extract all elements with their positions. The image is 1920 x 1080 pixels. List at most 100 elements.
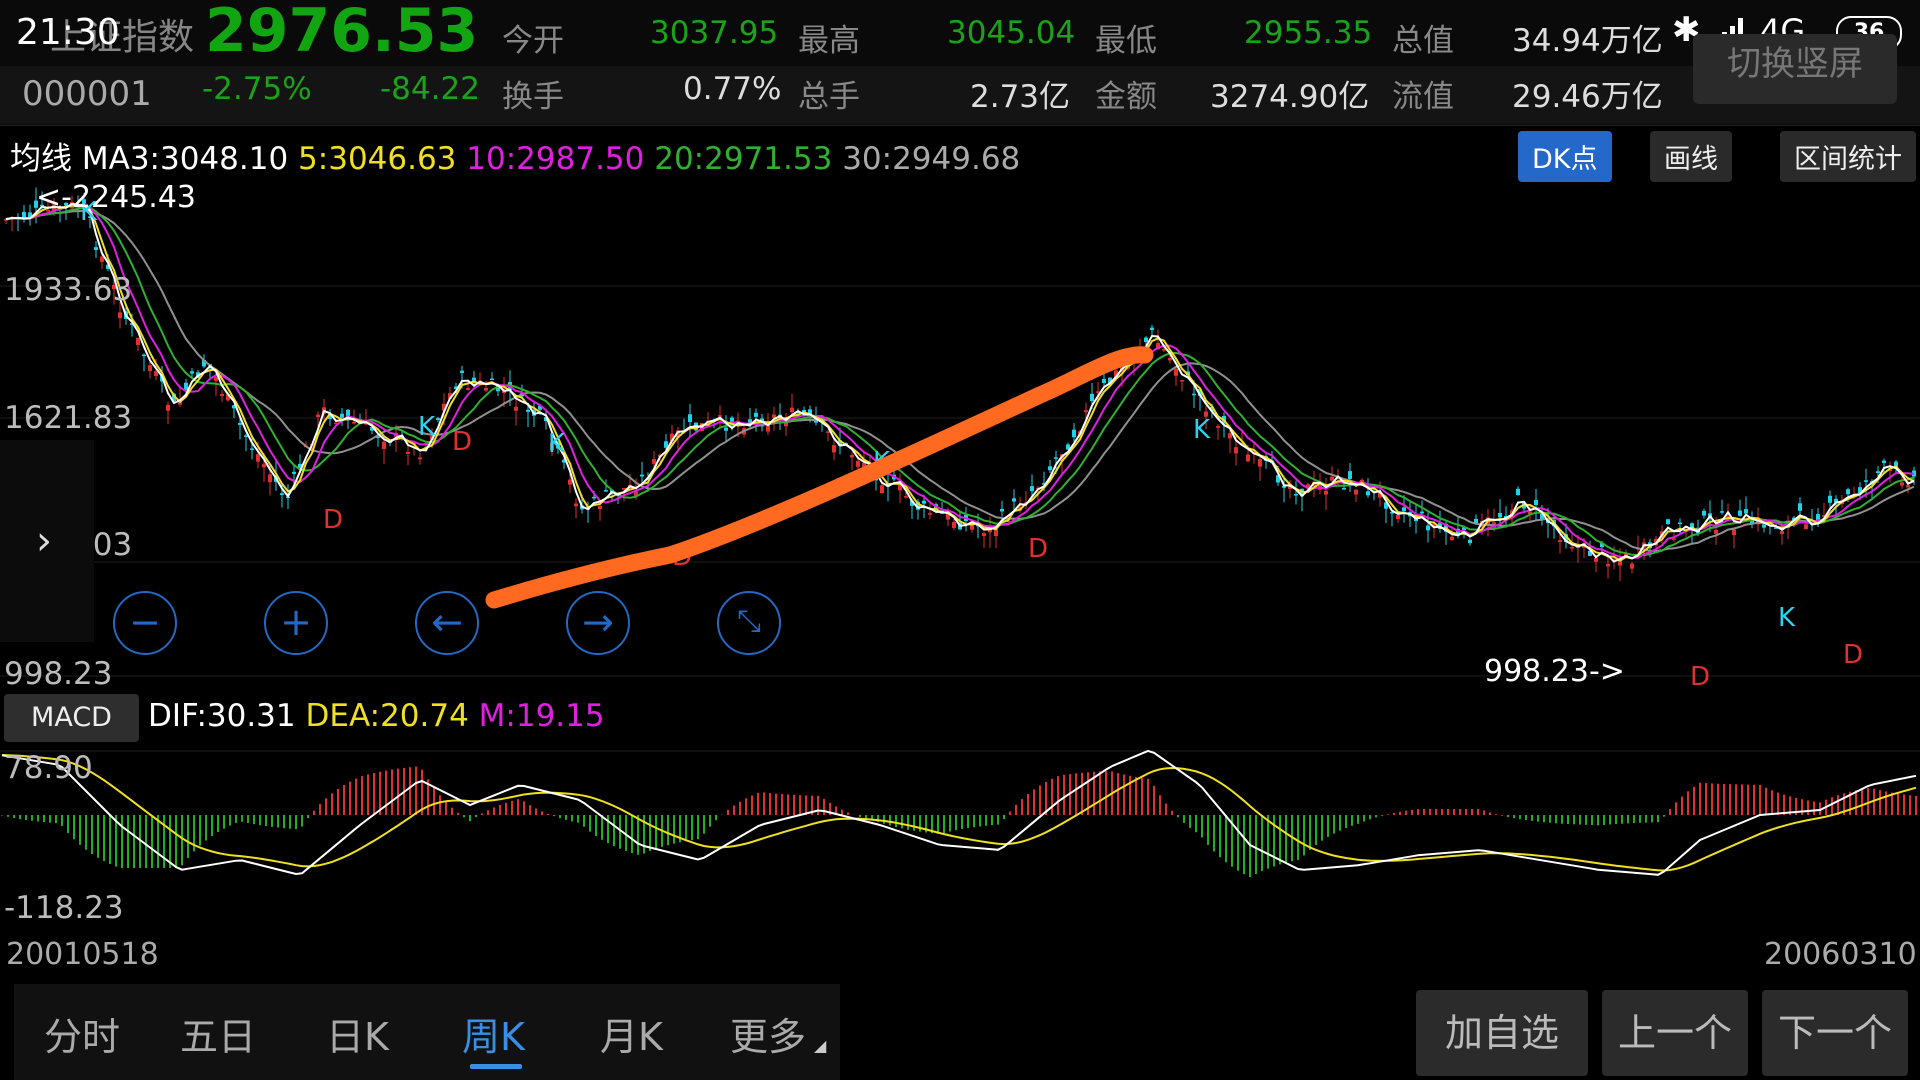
candle-body [1516,488,1520,496]
amount-label: 金额 [1095,79,1157,115]
volume-label: 总手 [798,79,860,115]
tab-5[interactable]: 更多 [730,1006,806,1061]
candle-body [1396,514,1400,520]
candle-body [652,459,656,464]
candle-body [904,496,908,498]
dea-line [1,754,1917,872]
candle-body [1048,466,1052,471]
candle-body [1216,426,1220,428]
candle-body [1882,460,1886,464]
ma10-line [5,204,1915,559]
candle-body [214,377,218,381]
tab-4[interactable]: 月K [600,1006,663,1061]
tab-3[interactable]: 周K [462,1006,525,1061]
arrow-left-icon[interactable]: ← [415,591,479,655]
draw-line-button[interactable]: 画线 [1650,131,1732,182]
high-value: 3045.04 [947,15,1076,51]
candle-body [1150,327,1154,331]
candle-body [880,485,884,493]
macd-dea: DEA:20.74 [305,698,469,734]
candle-body [1828,495,1832,503]
candle-body [1258,459,1262,467]
status-time: 21:30 [16,12,120,53]
candle-body [460,370,464,374]
d-signal-label: D [1690,662,1710,692]
zoom-in-icon[interactable]: + [264,591,328,655]
candle-body [1054,457,1058,459]
candle-body [1234,447,1238,454]
macd-button[interactable]: MACD [4,694,139,742]
open-label: 今开 [502,23,564,59]
d-signal-label: D [323,505,343,535]
candle-body [406,451,410,454]
candle-body [250,448,254,450]
candle-body [1450,536,1454,541]
candle-body [1072,429,1076,438]
candle-body [142,354,146,357]
candle-body [850,454,854,458]
dif-line [1,749,1917,876]
candle-body [292,471,296,474]
candle-body [1798,503,1802,511]
candle-body [1534,499,1538,506]
tab-1[interactable]: 五日 [180,1006,256,1061]
candle-body [466,388,470,390]
candle-body [754,412,758,417]
candle-body [1144,337,1148,342]
macd-chart[interactable] [0,745,1920,920]
candle-body [316,414,320,418]
candle-body [832,445,836,453]
candle-body [1342,488,1346,490]
candle-body [724,427,728,431]
candle-body [1330,476,1334,481]
ma20-value: 20:2971.53 [654,141,833,177]
previous-button[interactable]: 上一个 [1602,990,1748,1076]
tab-0[interactable]: 分时 [44,1006,120,1061]
tab-2[interactable]: 日K [326,1006,389,1061]
amount-value: 3274.90亿 [1210,79,1370,115]
candle-body [1606,563,1610,567]
candle-body [136,337,140,346]
candle-body [1876,471,1880,474]
next-button[interactable]: 下一个 [1762,990,1908,1076]
float-value-label: 流值 [1392,79,1454,115]
candle-body [1354,489,1358,495]
float-value: 29.46万亿 [1512,79,1663,115]
candle-body [514,406,518,411]
candle-body [1168,357,1172,361]
d-signal-label: D [452,427,472,457]
high-label: 最高 [798,23,860,59]
range-stats-button[interactable]: 区间统计 [1780,131,1916,182]
index-code: 000001 [22,74,152,114]
candle-body [418,457,422,460]
candle-body [382,441,386,449]
candle-body [1228,433,1232,439]
candle-body [748,419,752,423]
turnover-label: 换手 [502,79,564,115]
d-signal-label: D [1028,534,1048,564]
candle-body [790,407,794,413]
candle-body [1426,525,1430,531]
candle-body [640,474,644,477]
candle-body [1846,489,1850,495]
candle-body [490,378,494,381]
switch-portrait-button[interactable]: 切换竖屏 [1693,34,1897,104]
arrow-right-icon[interactable]: → [566,591,630,655]
candle-body [1762,524,1766,528]
add-favorite-button[interactable]: 加自选 [1416,990,1588,1076]
ma30-line [5,209,1915,553]
macd-values: DIF:30.31 DEA:20.74 M:19.15 [148,698,605,734]
low-label: 最低 [1095,23,1157,59]
k-signal-label: K [548,429,566,459]
candle-body [94,247,98,250]
zoom-out-icon[interactable]: − [113,591,177,655]
dk-point-button[interactable]: DK点 [1518,131,1612,182]
candle-body [1348,471,1352,479]
side-panel-toggle[interactable]: › [0,440,94,642]
ma5-value: 5:3046.63 [298,141,457,177]
candle-body [352,422,356,424]
candle-body [1630,563,1634,569]
collapse-icon[interactable]: ⤡ [717,591,781,655]
d-signal-label: D [1843,640,1863,670]
candle-body [1030,486,1034,492]
